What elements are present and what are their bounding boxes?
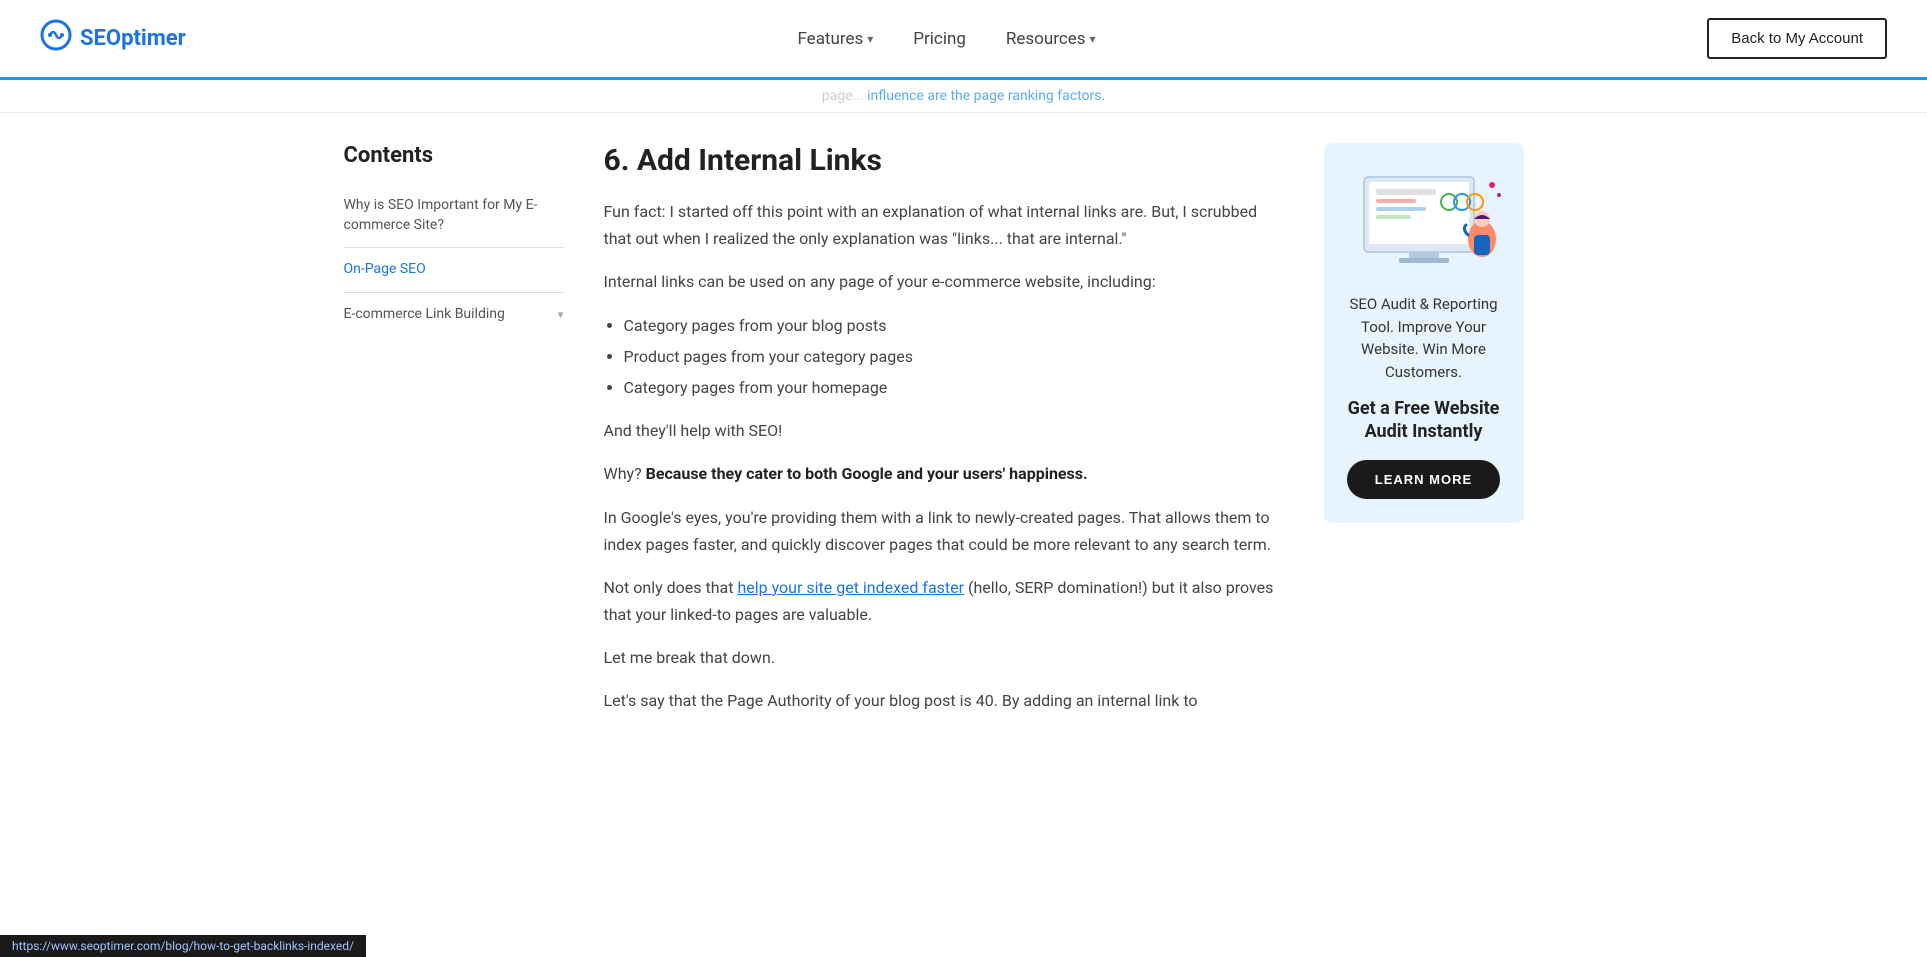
article-para-7: Let me break that down.: [604, 644, 1284, 671]
article-para-1: Fun fact: I started off this point with …: [604, 198, 1284, 252]
widget-learn-more-button[interactable]: LEARN MORE: [1347, 460, 1500, 499]
toc-arrow-icon: ▾: [557, 306, 563, 323]
status-bar-url[interactable]: https://www.seoptimer.com/blog/how-to-ge…: [12, 939, 354, 953]
resources-chevron-icon: ▾: [1090, 32, 1096, 46]
article-para-5: In Google's eyes, you're providing them …: [604, 504, 1284, 558]
article-para-6: Not only does that help your site get in…: [604, 574, 1284, 628]
widget-description: SEO Audit & Reporting Tool. Improve Your…: [1344, 293, 1504, 383]
section-number: 6.: [604, 143, 630, 178]
table-of-contents: Contents Why is SEO Important for My E-c…: [344, 143, 564, 731]
widget-panel: SEO Audit & Reporting Tool. Improve Your…: [1324, 143, 1524, 731]
nav-features[interactable]: Features ▾: [797, 29, 873, 49]
toc-item-why-seo[interactable]: Why is SEO Important for My E-commerce S…: [344, 188, 564, 243]
article-list: Category pages from your blog posts Prod…: [624, 312, 1284, 402]
toc-item-on-page-seo[interactable]: On-Page SEO: [344, 252, 564, 288]
list-item: Product pages from your category pages: [624, 343, 1284, 370]
faded-breadcrumb-bar: page... influence are the page ranking f…: [0, 80, 1927, 113]
faded-text: page... influence are the page ranking f…: [822, 88, 1105, 104]
logo-text: SEOptimer: [80, 26, 186, 51]
toc-divider-2: [344, 292, 564, 293]
article-content: 6. Add Internal Links Fun fact: I starte…: [604, 143, 1284, 731]
logo-suffix: ptimer: [121, 26, 186, 51]
logo-icon: [40, 19, 72, 58]
toc-divider-1: [344, 247, 564, 248]
logo[interactable]: SEOptimer: [40, 19, 186, 58]
page-layout: Contents Why is SEO Important for My E-c…: [314, 113, 1614, 791]
article-para-3: And they'll help with SEO!: [604, 417, 1284, 444]
nav-pricing[interactable]: Pricing: [913, 29, 966, 49]
list-item: Category pages from your homepage: [624, 374, 1284, 401]
back-to-account-button[interactable]: Back to My Account: [1707, 18, 1887, 59]
toc-title: Contents: [344, 143, 564, 168]
header: SEOptimer Features ▾ Pricing Resources ▾…: [0, 0, 1927, 80]
widget-illustration: [1344, 167, 1504, 277]
faded-link[interactable]: influence are the page ranking factors.: [867, 88, 1105, 104]
widget-card: SEO Audit & Reporting Tool. Improve Your…: [1324, 143, 1524, 523]
article-para-4: Why? Because they cater to both Google a…: [604, 460, 1284, 487]
main-nav: Features ▾ Pricing Resources ▾: [797, 29, 1095, 49]
features-chevron-icon: ▾: [867, 32, 873, 46]
bold-text: Because they cater to both Google and yo…: [646, 464, 1088, 483]
logo-prefix: SEO: [80, 26, 121, 51]
article-section-heading: 6. Add Internal Links: [604, 143, 1284, 178]
toc-item-link-building[interactable]: E-commerce Link Building ▾: [344, 297, 564, 333]
status-bar: https://www.seoptimer.com/blog/how-to-ge…: [0, 935, 366, 957]
widget-cta-title: Get a Free Website Audit Instantly: [1344, 397, 1504, 444]
article-para-8: Let's say that the Page Authority of you…: [604, 687, 1284, 714]
section-title: Add Internal Links: [637, 143, 882, 178]
article-para-2: Internal links can be used on any page o…: [604, 268, 1284, 295]
list-item: Category pages from your blog posts: [624, 312, 1284, 339]
indexed-link[interactable]: help your site get indexed faster: [737, 578, 964, 597]
nav-resources[interactable]: Resources ▾: [1006, 29, 1096, 49]
